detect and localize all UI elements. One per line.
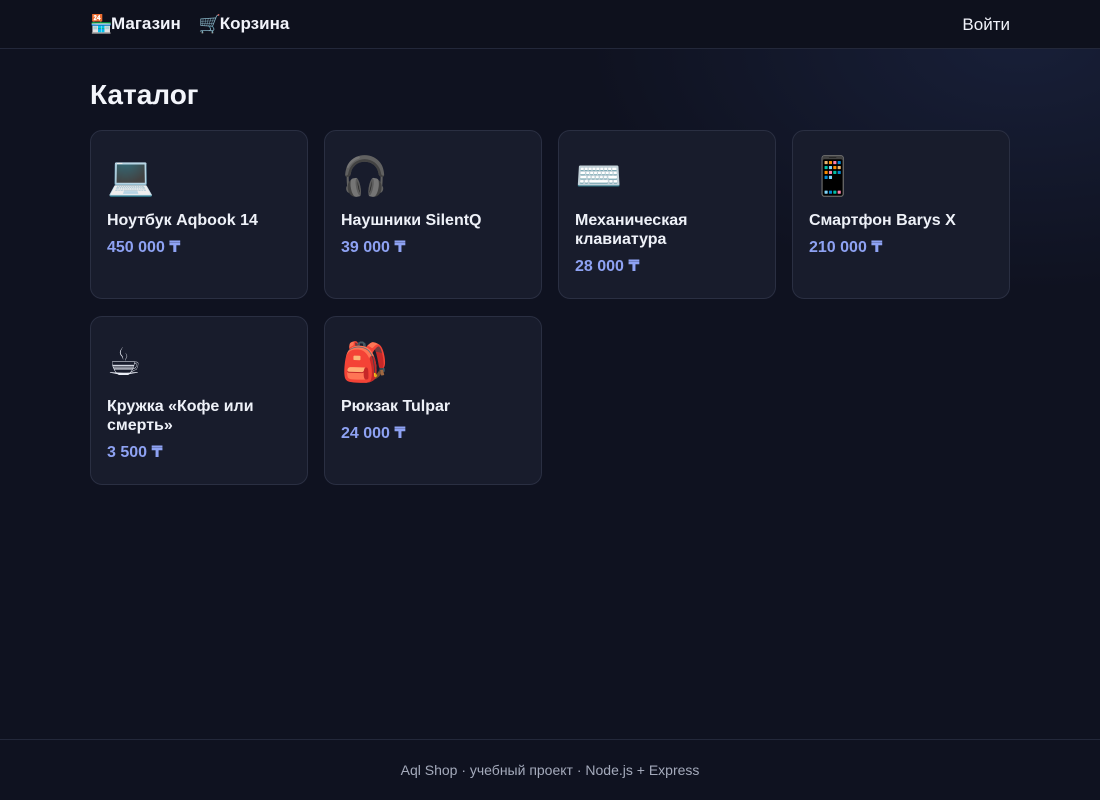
product-price: 39 000 ₸ [341, 239, 406, 256]
coffee-mug-icon: ☕ [107, 342, 142, 384]
product-price: 28 000 ₸ [575, 258, 640, 275]
product-name: Наушники SilentQ [341, 212, 482, 229]
product-card[interactable]: 🎒 Рюкзак Tulpar 24 000 ₸ [324, 316, 542, 485]
product-card[interactable]: 💻 Ноутбук Aqbook 14 450 000 ₸ [90, 130, 308, 299]
product-name: Механическая клавиатура [575, 212, 688, 248]
product-name: Рюкзак Tulpar [341, 398, 451, 415]
login-link[interactable]: Войти [962, 13, 1010, 37]
product-price: 24 000 ₸ [341, 425, 406, 442]
nav-shop-link[interactable]: 🏪 Магазин [90, 12, 181, 36]
smartphone-icon: 📱 [809, 156, 857, 198]
headphones-icon: 🎧 [341, 156, 389, 198]
product-name: Смартфон Barys X [809, 212, 956, 229]
product-price: 450 000 ₸ [107, 239, 181, 256]
product-name: Кружка «Кофе или смерть» [107, 398, 254, 434]
nav-cart-label: Корзина [219, 14, 290, 33]
backpack-icon: 🎒 [341, 342, 389, 384]
laptop-icon: 💻 [107, 156, 155, 198]
product-grid: 💻 Ноутбук Aqbook 14 450 000 ₸ 🎧 Наушники… [90, 130, 1010, 485]
main-nav: 🏪 Магазин 🛒 Корзина [90, 12, 289, 36]
keyboard-icon: ⌨️ [575, 156, 623, 198]
page-title: Каталог [90, 79, 199, 110]
product-card[interactable]: ⌨️ Механическая клавиатура 28 000 ₸ [558, 130, 776, 299]
top-navbar: 🏪 Магазин 🛒 Корзина Войти [0, 0, 1100, 49]
footer-text: Aql Shop · учебный проект · Node.js + Ex… [400, 762, 700, 778]
product-card[interactable]: 🎧 Наушники SilentQ 39 000 ₸ [324, 130, 542, 299]
shop-icon: 🏪 [90, 14, 113, 34]
nav-shop-label: Магазин [111, 14, 181, 33]
product-card[interactable]: 📱 Смартфон Barys X 210 000 ₸ [792, 130, 1010, 299]
product-card[interactable]: ☕ Кружка «Кофе или смерть» 3 500 ₸ [90, 316, 308, 485]
product-price: 210 000 ₸ [809, 239, 883, 256]
nav-cart-link[interactable]: 🛒 Корзина [199, 12, 290, 36]
product-name: Ноутбук Aqbook 14 [107, 212, 258, 229]
product-price: 3 500 ₸ [107, 444, 163, 461]
cart-icon: 🛒 [198, 14, 222, 34]
footer: Aql Shop · учебный проект · Node.js + Ex… [0, 739, 1100, 800]
